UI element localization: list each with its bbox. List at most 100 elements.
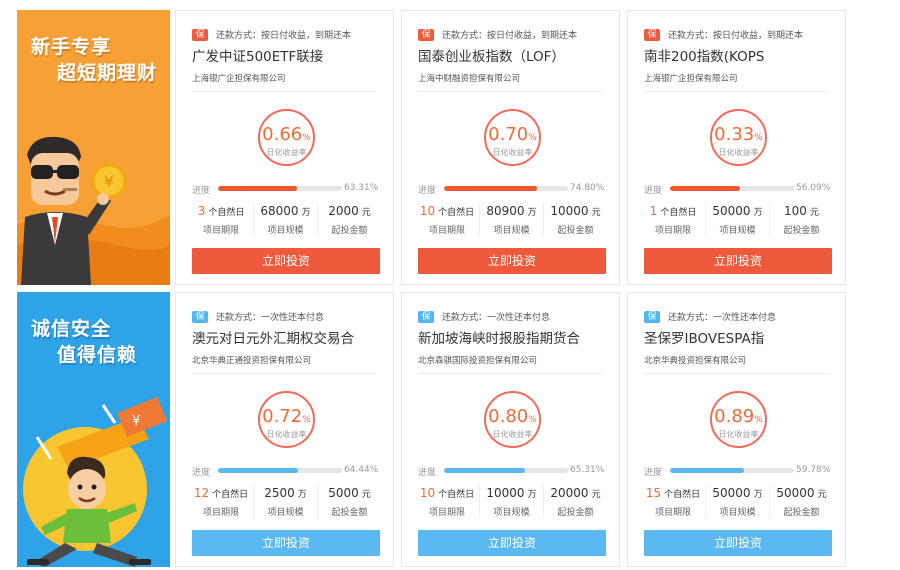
min-label: 起投金额: [331, 226, 368, 236]
scale-unit: 万: [297, 490, 307, 500]
progress-percent: 56.09%: [796, 183, 831, 193]
term-label: 项目期限: [428, 508, 465, 518]
product-row-trusted: 诚信安全 值得信赖 ¥ 保 还款方式：一次性还本付息 澳元对日元外汇期权交易合 …: [17, 292, 847, 567]
progress-percent: 74.80%: [570, 183, 605, 193]
divider: [418, 373, 603, 374]
daily-yield-rate: 0.70%: [488, 124, 537, 145]
min-value: 50000: [776, 486, 815, 500]
daily-yield-label: 日化收益率: [266, 148, 307, 157]
invest-now-button[interactable]: 立即投资: [418, 248, 606, 274]
repay-header: 保 还款方式：一次性还本付息: [418, 310, 550, 323]
repay-header: 保 还款方式：按日付收益，到期还本: [192, 28, 351, 41]
min-unit: 元: [817, 490, 827, 500]
repay-method: 还款方式：按日付收益，到期还本: [216, 31, 352, 41]
term-value: 10: [419, 204, 436, 218]
product-card[interactable]: 保 还款方式：按日付收益，到期还本 广发中证500ETF联接 上海银广企担保有限…: [175, 10, 394, 285]
promo-banner-trusted[interactable]: 诚信安全 值得信赖 ¥: [17, 292, 170, 567]
product-name[interactable]: 广发中证500ETF联接: [192, 45, 323, 65]
stat-scale: 68000 万 项目规模: [253, 203, 317, 236]
repay-method: 还款方式：一次性还本付息: [442, 313, 551, 323]
divider: [644, 373, 829, 374]
kungfu-boy-illustration: ¥: [23, 397, 167, 567]
invest-now-button[interactable]: 立即投资: [644, 248, 832, 274]
progress-fill: [444, 468, 525, 473]
min-value: 5000: [328, 486, 359, 500]
progress-label: 进度: [192, 468, 211, 478]
banner-line1: 诚信安全: [31, 318, 112, 340]
daily-yield-label: 日化收益率: [492, 430, 533, 439]
product-card[interactable]: 保 还款方式：按日付收益，到期还本 国泰创业板指数（LOF） 上海中财融资担保有…: [401, 10, 620, 285]
progress-bar: [444, 186, 568, 191]
invest-now-button[interactable]: 立即投资: [192, 530, 380, 556]
scale-value: 50000: [712, 204, 751, 218]
product-card[interactable]: 保 还款方式：一次性还本付息 新加坡海峡时报股指期货合 北京森骐国际投资担保有限…: [401, 292, 620, 567]
progress-label: 进度: [418, 186, 437, 196]
min-value: 20000: [550, 486, 589, 500]
daily-yield-ring: 0.72% 日化收益率: [258, 391, 315, 448]
term-label: 项目期限: [654, 508, 691, 518]
min-value: 100: [784, 204, 807, 218]
stat-term: 3 个自然日 项目期限: [189, 203, 253, 236]
scale-unit: 万: [527, 208, 537, 218]
stat-min-invest: 2000 元 起投金额: [317, 203, 381, 236]
product-row-beginner: 新手专享 超短期理财 ¥ 保 还款方式：按日付收益，到期还本 广发中证500ET…: [17, 10, 847, 285]
min-value: 10000: [550, 204, 589, 218]
stat-min-invest: 50000 元 起投金额: [769, 485, 833, 518]
product-name[interactable]: 新加坡海峡时报股指期货合: [418, 327, 580, 347]
daily-yield-ring: 0.66% 日化收益率: [258, 109, 315, 166]
product-name[interactable]: 圣保罗IBOVESPA指: [644, 327, 764, 347]
scale-label: 项目规模: [719, 226, 756, 236]
daily-yield-ring: 0.80% 日化收益率: [484, 391, 541, 448]
businessman-illustration: ¥: [17, 136, 170, 285]
term-value: 12: [193, 486, 210, 500]
stat-scale: 50000 万 项目规模: [705, 485, 769, 518]
progress-fill: [670, 468, 745, 473]
progress-label: 进度: [644, 186, 663, 196]
daily-yield-label: 日化收益率: [266, 430, 307, 439]
progress-fill: [670, 186, 740, 191]
progress-percent: 64.44%: [344, 465, 379, 475]
divider: [192, 91, 377, 92]
stat-term: 1 个自然日 项目期限: [641, 203, 705, 236]
product-name[interactable]: 国泰创业板指数（LOF）: [418, 45, 565, 65]
product-card[interactable]: 保 还款方式：一次性还本付息 圣保罗IBOVESPA指 北京华典投资担保有限公司…: [627, 292, 846, 567]
repay-header: 保 还款方式：一次性还本付息: [192, 310, 324, 323]
min-value: 2000: [328, 204, 359, 218]
product-card[interactable]: 保 还款方式：一次性还本付息 澳元对日元外汇期权交易合 北京华典正通投资担保有限…: [175, 292, 394, 567]
invest-now-button[interactable]: 立即投资: [418, 530, 606, 556]
scale-value: 2500: [264, 486, 295, 500]
term-unit: 个自然日: [438, 208, 475, 218]
daily-yield-rate: 0.66%: [262, 124, 311, 145]
product-name[interactable]: 南非200指数(KOPS: [644, 45, 765, 65]
term-label: 项目期限: [202, 226, 239, 236]
invest-now-button[interactable]: 立即投资: [192, 248, 380, 274]
repay-header: 保 还款方式：按日付收益，到期还本: [644, 28, 803, 41]
progress-label: 进度: [644, 468, 663, 478]
scale-value: 68000: [260, 204, 299, 218]
guarantee-badge: 保: [418, 28, 434, 41]
promo-banner-beginner[interactable]: 新手专享 超短期理财 ¥: [17, 10, 170, 285]
scale-unit: 万: [753, 208, 763, 218]
progress-fill: [218, 186, 297, 191]
scale-label: 项目规模: [493, 226, 530, 236]
product-name[interactable]: 澳元对日元外汇期权交易合: [192, 327, 354, 347]
daily-yield-rate: 0.80%: [488, 406, 537, 427]
scale-unit: 万: [527, 490, 537, 500]
divider: [644, 91, 829, 92]
term-unit: 个自然日: [664, 490, 701, 500]
scale-label: 项目规模: [267, 226, 304, 236]
daily-yield-label: 日化收益率: [492, 148, 533, 157]
banner-line1: 新手专享: [31, 36, 112, 58]
term-unit: 个自然日: [208, 208, 245, 218]
scale-value: 50000: [712, 486, 751, 500]
scale-unit: 万: [753, 490, 763, 500]
min-unit: 元: [809, 208, 819, 218]
term-unit: 个自然日: [660, 208, 697, 218]
product-card[interactable]: 保 还款方式：按日付收益，到期还本 南非200指数(KOPS 上海银广企担保有限…: [627, 10, 846, 285]
banner-line2: 超短期理财: [57, 62, 158, 84]
progress-percent: 63.31%: [344, 183, 379, 193]
progress-fill: [218, 468, 298, 473]
invest-now-button[interactable]: 立即投资: [644, 530, 832, 556]
daily-yield-label: 日化收益率: [718, 430, 759, 439]
guarantee-badge: 保: [418, 310, 434, 323]
